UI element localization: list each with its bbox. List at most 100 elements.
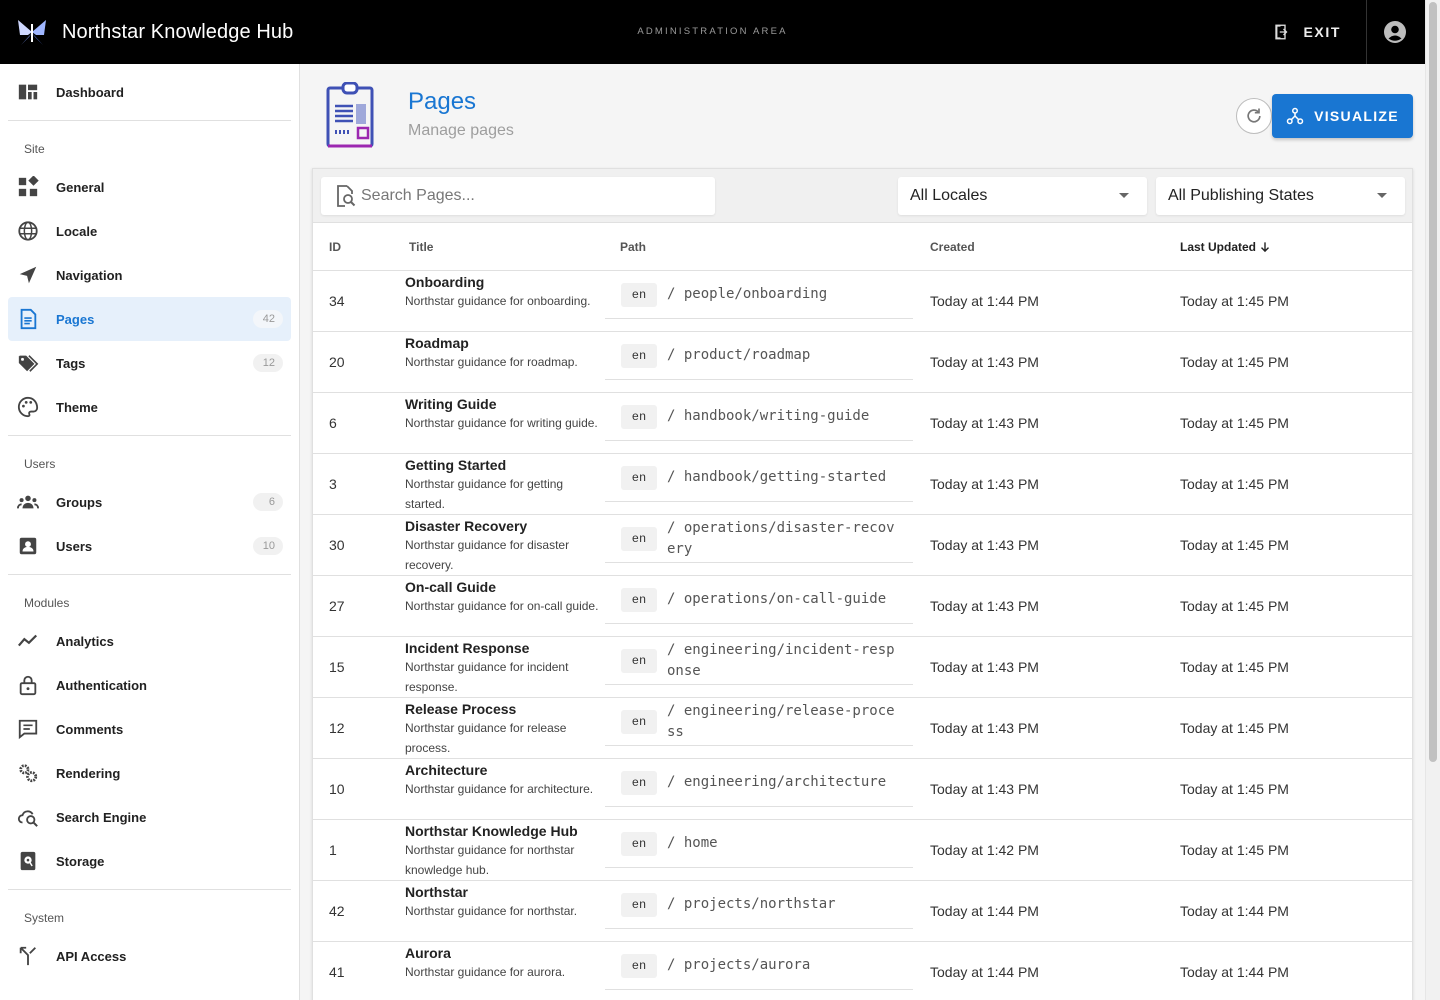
butterfly-logo-icon[interactable] <box>15 15 49 49</box>
locale-chip: en <box>621 465 657 490</box>
sidebar-item-tags[interactable]: Tags 12 <box>8 341 291 385</box>
sidebar-item-dashboard[interactable]: Dashboard <box>8 70 291 114</box>
visualize-button[interactable]: VISUALIZE <box>1272 94 1413 138</box>
page-path-cell: en / engineering/incident-response <box>605 637 913 685</box>
sidebar-item-navigation[interactable]: Navigation <box>8 253 291 297</box>
sidebar-item-search-engine[interactable]: Search Engine <box>8 795 291 839</box>
sidebar-item-theme[interactable]: Theme <box>8 385 291 429</box>
search-box[interactable] <box>321 177 715 215</box>
locale-chip: en <box>621 587 657 612</box>
page-description: Northstar guidance for northstar knowled… <box>405 843 575 877</box>
page-path-cell: en / engineering/architecture <box>605 759 913 807</box>
sidebar-section-site: Site <box>24 142 45 156</box>
exit-label: EXIT <box>1303 24 1341 40</box>
table-row[interactable]: 6 Writing Guide Northstar guidance for wr… <box>313 393 1412 454</box>
page-name: Release Process <box>405 701 517 717</box>
page-path: / projects/aurora <box>667 957 811 973</box>
page-id: 30 <box>329 537 345 553</box>
locale-chip: en <box>621 343 657 368</box>
dropdown-caret-icon <box>1377 193 1387 198</box>
sidebar-item-analytics[interactable]: Analytics <box>8 619 291 663</box>
page-created: Today at 1:44 PM <box>930 903 1039 919</box>
sidebar-item-label: Storage <box>56 853 105 869</box>
count-badge: 6 <box>253 493 283 511</box>
sidebar-item-users[interactable]: Users 10 <box>8 524 291 568</box>
sidebar-item-label: Users <box>56 538 93 554</box>
page-path: / product/roadmap <box>667 347 811 363</box>
palette-icon <box>16 395 40 419</box>
locale-filter-select[interactable]: All Locales <box>898 177 1147 215</box>
visualize-label: VISUALIZE <box>1314 108 1399 124</box>
search-input[interactable] <box>361 187 701 205</box>
sidebar-item-label: Dashboard <box>56 84 124 100</box>
table-row[interactable]: 15 Incident Response Northstar guidance f… <box>313 637 1412 698</box>
page-title-cell: Writing Guide Northstar guidance for writ… <box>405 395 605 453</box>
sidebar-item-general[interactable]: General <box>8 165 291 209</box>
column-header-last-updated[interactable]: Last Updated <box>1180 240 1272 254</box>
gears-icon <box>16 761 40 785</box>
page-created: Today at 1:43 PM <box>930 537 1039 553</box>
page-name: Northstar <box>405 884 469 900</box>
page-path-cell: en / product/roadmap <box>605 332 913 380</box>
page-updated: Today at 1:45 PM <box>1180 781 1289 797</box>
table-row[interactable]: 12 Release Process Northstar guidance for… <box>313 698 1412 759</box>
page-description: Northstar guidance for northstar. <box>405 904 578 918</box>
column-header-path[interactable]: Path <box>620 240 646 254</box>
locale-chip: en <box>621 709 657 734</box>
page-id: 12 <box>329 720 345 736</box>
table-row[interactable]: 34 Onboarding Northstar guidance for onbo… <box>313 271 1412 332</box>
column-header-created[interactable]: Created <box>930 240 975 254</box>
refresh-button[interactable] <box>1236 98 1272 134</box>
table-row[interactable]: 27 On-call Guide Northstar guidance for o… <box>313 576 1412 637</box>
page-title-cell: Northstar Northstar guidance for northsta… <box>405 883 605 941</box>
widgets-icon <box>16 175 40 199</box>
page-id: 20 <box>329 354 345 370</box>
api-icon <box>16 944 40 968</box>
globe-icon <box>16 219 40 243</box>
page-id: 27 <box>329 598 345 614</box>
sidebar-item-label: Tags <box>56 355 86 371</box>
column-header-id[interactable]: ID <box>329 240 341 254</box>
account-icon[interactable] <box>1383 20 1407 44</box>
page-title-cell: Northstar Knowledge Hub Northstar guidanc… <box>405 822 605 880</box>
publishing-state-select[interactable]: All Publishing States <box>1156 177 1405 215</box>
page-path: / operations/on-call-guide <box>667 591 887 607</box>
table-row[interactable]: 1 Northstar Knowledge Hub Northstar guida… <box>313 820 1412 881</box>
table-row[interactable]: 20 Roadmap Northstar guidance for roadmap… <box>313 332 1412 393</box>
table-header: ID Title Path Created Last Updated <box>313 223 1412 271</box>
exit-button[interactable]: EXIT <box>1273 16 1341 48</box>
table-row[interactable]: 30 Disaster Recovery Northstar guidance f… <box>313 515 1412 576</box>
page-title-cell: Release Process Northstar guidance for re… <box>405 700 605 758</box>
locale-chip: en <box>621 404 657 429</box>
table-row[interactable]: 10 Architecture Northstar guidance for ar… <box>313 759 1412 820</box>
table-row[interactable]: 42 Northstar Northstar guidance for north… <box>313 881 1412 942</box>
page-path: / engineering/release-process <box>667 702 895 740</box>
sidebar-item-pages[interactable]: Pages 42 <box>8 297 291 341</box>
page-path-cell: en / handbook/writing-guide <box>605 393 913 441</box>
sidebar-item-locale[interactable]: Locale <box>8 209 291 253</box>
page-id: 3 <box>329 476 337 492</box>
sidebar-item-label: Pages <box>56 311 95 327</box>
table-row[interactable]: 41 Aurora Northstar guidance for aurora. … <box>313 942 1412 1000</box>
sidebar-item-rendering[interactable]: Rendering <box>8 751 291 795</box>
app-title[interactable]: Northstar Knowledge Hub <box>62 21 293 44</box>
lock-icon <box>16 673 40 697</box>
sidebar-item-label: Navigation <box>56 267 123 283</box>
top-bar: Northstar Knowledge Hub ADMINISTRATION A… <box>0 0 1425 64</box>
table-row[interactable]: 3 Getting Started Northstar guidance for … <box>313 454 1412 515</box>
page-title-cell: Aurora Northstar guidance for aurora. <box>405 944 605 1000</box>
page-path-cell: en / people/onboarding <box>605 271 913 319</box>
scrollbar-thumb[interactable] <box>1429 2 1437 762</box>
page-updated: Today at 1:45 PM <box>1180 293 1289 309</box>
column-header-title[interactable]: Title <box>409 240 433 254</box>
sidebar-item-authentication[interactable]: Authentication <box>8 663 291 707</box>
sidebar-item-api-access[interactable]: API Access <box>8 934 291 978</box>
page-title-cell: Architecture Northstar guidance for archi… <box>405 761 605 819</box>
page-scrollbar[interactable] <box>1425 0 1440 1000</box>
page-description: Northstar guidance for getting started. <box>405 477 564 511</box>
sidebar-item-storage[interactable]: Storage <box>8 839 291 883</box>
page-description: Northstar guidance for aurora. <box>405 965 566 979</box>
sidebar-item-comments[interactable]: Comments <box>8 707 291 751</box>
exit-icon <box>1275 24 1288 40</box>
sidebar-item-groups[interactable]: Groups 6 <box>8 480 291 524</box>
